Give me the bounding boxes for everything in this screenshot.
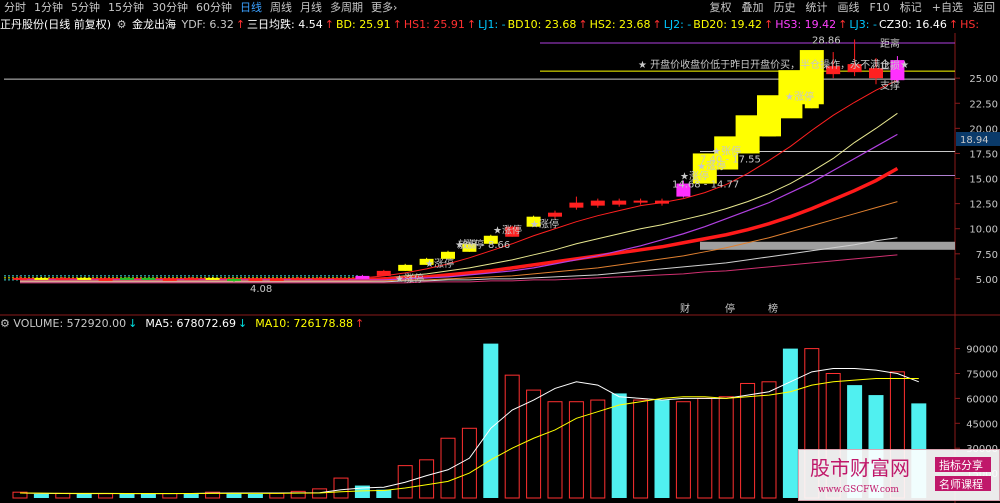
price-annotation: 止损 — [880, 59, 900, 72]
volume-bar — [740, 382, 756, 499]
price-tick-label: 7.50 — [976, 250, 998, 261]
volume-tick-label: 45000 — [966, 419, 998, 430]
candle-body — [13, 277, 27, 280]
volume-tick-label: 90000 — [966, 345, 998, 356]
volume-info-bar: ⚙ VOLUME: 572920.00 ↓ MA5: 678072.69 ↓ MA10:… — [0, 317, 372, 331]
volume-bar — [526, 389, 542, 499]
limit-up-label: ★涨停 — [697, 160, 726, 173]
price-annotation: 4.08 — [250, 284, 272, 295]
volume-bar — [440, 437, 456, 499]
candle-body — [355, 275, 370, 279]
candle-body — [184, 277, 199, 280]
current-price-label: 18.94 — [960, 135, 989, 146]
volume-bar — [162, 493, 178, 499]
price-annotation: 支撑 — [880, 79, 900, 92]
candle-body — [248, 278, 263, 281]
volume-bar — [33, 493, 49, 498]
volume-bar — [761, 381, 777, 499]
limit-up-label: ★涨停 — [455, 238, 484, 251]
candle-body — [55, 277, 70, 280]
price-tick-label: 15.00 — [969, 175, 998, 186]
price-annotation: 距离 — [880, 37, 900, 50]
candle-body — [569, 202, 584, 208]
price-tick-label: 12.50 — [969, 200, 998, 211]
ma-line-violet — [20, 133, 898, 281]
volume-bar — [269, 492, 285, 499]
stock-chart: 5.007.5010.0012.5015.0017.5020.0022.5025… — [0, 33, 1000, 503]
candle-body — [548, 212, 562, 217]
volume-bar — [461, 427, 477, 499]
event-mark: 财 — [680, 302, 690, 315]
limit-up-label: ★涨停 — [785, 90, 814, 103]
price-annotation: 28.86 — [812, 35, 841, 46]
candle-body — [441, 251, 455, 259]
volume-tick-label: 75000 — [966, 370, 998, 381]
price-tick-label: 25.00 — [969, 74, 998, 85]
volume-bar — [718, 396, 734, 499]
volume-bar — [333, 477, 349, 499]
candle-body — [612, 200, 627, 205]
volume-bar — [675, 401, 691, 499]
volume-bar — [611, 393, 627, 498]
volume-values: VOLUME: 572920.00 ↓ MA5: 678072.69 ↓ MA10: 7… — [13, 317, 372, 330]
candle-body — [633, 200, 648, 203]
volume-value-0: VOLUME: 572920.00 — [13, 317, 127, 330]
volume-bar — [247, 493, 263, 498]
price-tick-label: 22.50 — [969, 99, 998, 110]
limit-up-label: ★涨停 — [395, 272, 424, 285]
volume-bar — [483, 343, 499, 498]
candle-body — [34, 277, 49, 280]
price-tick-label: 10.00 — [969, 225, 998, 236]
volume-tick-label: 60000 — [966, 394, 998, 405]
volume-bar — [782, 348, 798, 498]
candle-body — [141, 277, 156, 280]
volume-bar — [568, 401, 584, 499]
arrow-up-icon: ↑ — [354, 317, 365, 330]
watermark-logo — [798, 449, 1000, 501]
volume-settings-icon[interactable]: ⚙ — [0, 317, 10, 330]
candle-body — [269, 278, 284, 281]
volume-bar — [504, 374, 520, 499]
ma-line-bold — [20, 166, 899, 282]
volume-bar — [76, 493, 92, 498]
price-tick-label: 5.00 — [976, 275, 998, 286]
volume-value-1: MA5: 678072.69 — [145, 317, 237, 330]
candle-body — [334, 277, 348, 280]
candle-body — [655, 200, 669, 204]
limit-up-label: ★涨停 — [493, 224, 522, 237]
candle-body — [98, 278, 113, 281]
arrow-down-icon: ↓ — [128, 317, 138, 330]
candle-body — [291, 277, 306, 280]
volume-bar — [547, 401, 563, 499]
candle-body — [162, 278, 177, 281]
limit-up-label: ★张停 — [712, 144, 741, 157]
candle-body-wide — [757, 95, 781, 137]
price-tick-label: 17.50 — [969, 149, 998, 160]
ma-line-mid — [20, 112, 898, 280]
strategy-banner: ★ 开盘价收盘价低于昨日开盘价买，半仓操作，永不满仓。★ — [638, 58, 909, 71]
candle-body — [376, 270, 391, 276]
volume-bar — [697, 397, 713, 499]
limit-up-label: ★涨停 — [425, 257, 454, 270]
volume-bar — [419, 459, 435, 499]
limit-up-label: ★涨停 — [530, 218, 559, 231]
event-mark: 榜 — [768, 302, 778, 315]
candle-body — [205, 277, 220, 280]
volume-bar — [654, 400, 670, 498]
candle-body — [312, 277, 327, 280]
candle-body — [590, 200, 605, 206]
volume-bar — [119, 494, 135, 498]
volume-bar — [140, 493, 156, 498]
volume-bar — [633, 399, 649, 499]
event-mark: 停 — [725, 302, 735, 315]
volume-bar — [590, 399, 606, 499]
candle-body — [398, 264, 413, 271]
arrow-down-icon: ↓ — [238, 317, 248, 330]
candle-body — [227, 278, 241, 281]
candle-body — [120, 277, 134, 280]
volume-value-2: MA10: 726178.88 — [255, 317, 353, 330]
volume-bar — [98, 493, 114, 499]
candle-body — [77, 277, 92, 280]
